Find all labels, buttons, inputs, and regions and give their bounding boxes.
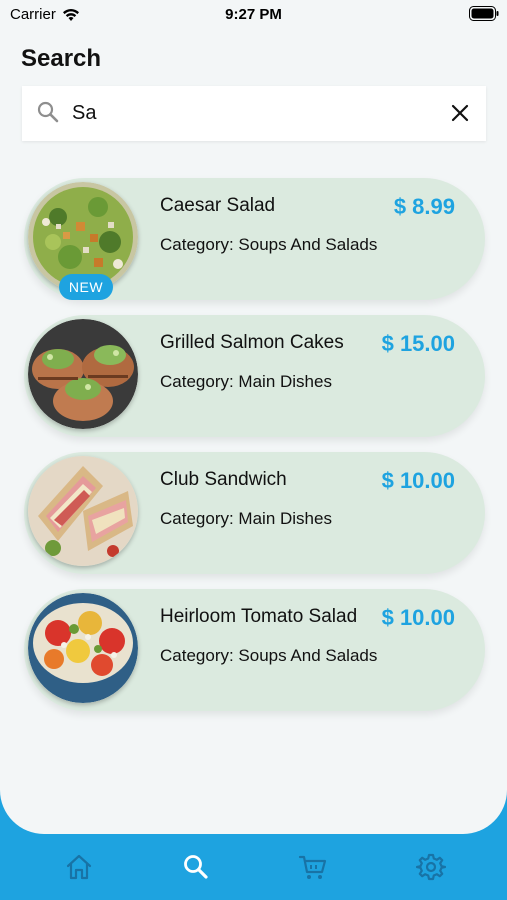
search-bar	[22, 86, 486, 141]
status-time: 9:27 PM	[225, 6, 282, 23]
new-badge: NEW	[59, 274, 113, 300]
result-card-club-sandwich[interactable]: Club Sandwich Category: Main Dishes $ 10…	[24, 452, 485, 574]
dish-price: $ 10.00	[381, 468, 455, 493]
dish-name: Grilled Salmon Cakes	[160, 332, 344, 353]
tab-bar	[0, 834, 507, 900]
search-icon	[184, 855, 208, 879]
dish-price: $ 15.00	[381, 331, 455, 356]
dish-category: Category: Main Dishes	[160, 509, 332, 528]
home-icon	[66, 854, 92, 880]
page-title: Search	[21, 45, 102, 72]
search-input[interactable]	[72, 98, 432, 128]
search-icon	[37, 101, 59, 123]
dish-image-heirloom-tomato-salad	[28, 593, 138, 703]
tab-home[interactable]	[64, 852, 94, 882]
cart-icon	[298, 855, 327, 879]
dish-image-grilled-salmon-cakes	[28, 319, 138, 429]
dish-name: Club Sandwich	[160, 469, 287, 490]
dish-name: Caesar Salad	[160, 195, 276, 216]
dish-price: $ 10.00	[381, 605, 455, 630]
close-icon[interactable]	[450, 103, 470, 123]
battery-icon	[469, 6, 499, 21]
app-screen: Carrier 9:27 PM Search Sa NEW Caesar Sal…	[0, 0, 507, 834]
gear-icon	[416, 853, 446, 881]
dish-name: Heirloom Tomato Salad	[160, 606, 358, 627]
status-bar: Carrier 9:27 PM	[0, 0, 507, 30]
dish-price: $ 8.99	[393, 194, 455, 219]
result-card-heirloom-tomato-salad[interactable]: Heirloom Tomato Salad Category: Soups An…	[24, 589, 485, 711]
result-card-grilled-salmon-cakes[interactable]: Grilled Salmon Cakes Category: Main Dish…	[24, 315, 485, 437]
dish-category: Category: Soups And Salads	[160, 646, 378, 665]
dish-category: Category: Soups And Salads	[160, 235, 378, 254]
tab-settings[interactable]	[416, 852, 446, 882]
dish-category: Category: Main Dishes	[160, 372, 332, 391]
dish-image-club-sandwich	[28, 456, 138, 566]
tab-search[interactable]	[181, 852, 211, 882]
result-card-caesar-salad[interactable]: NEW Caesar Salad Category: Soups And Sal…	[24, 178, 485, 300]
tab-cart[interactable]	[298, 852, 328, 882]
